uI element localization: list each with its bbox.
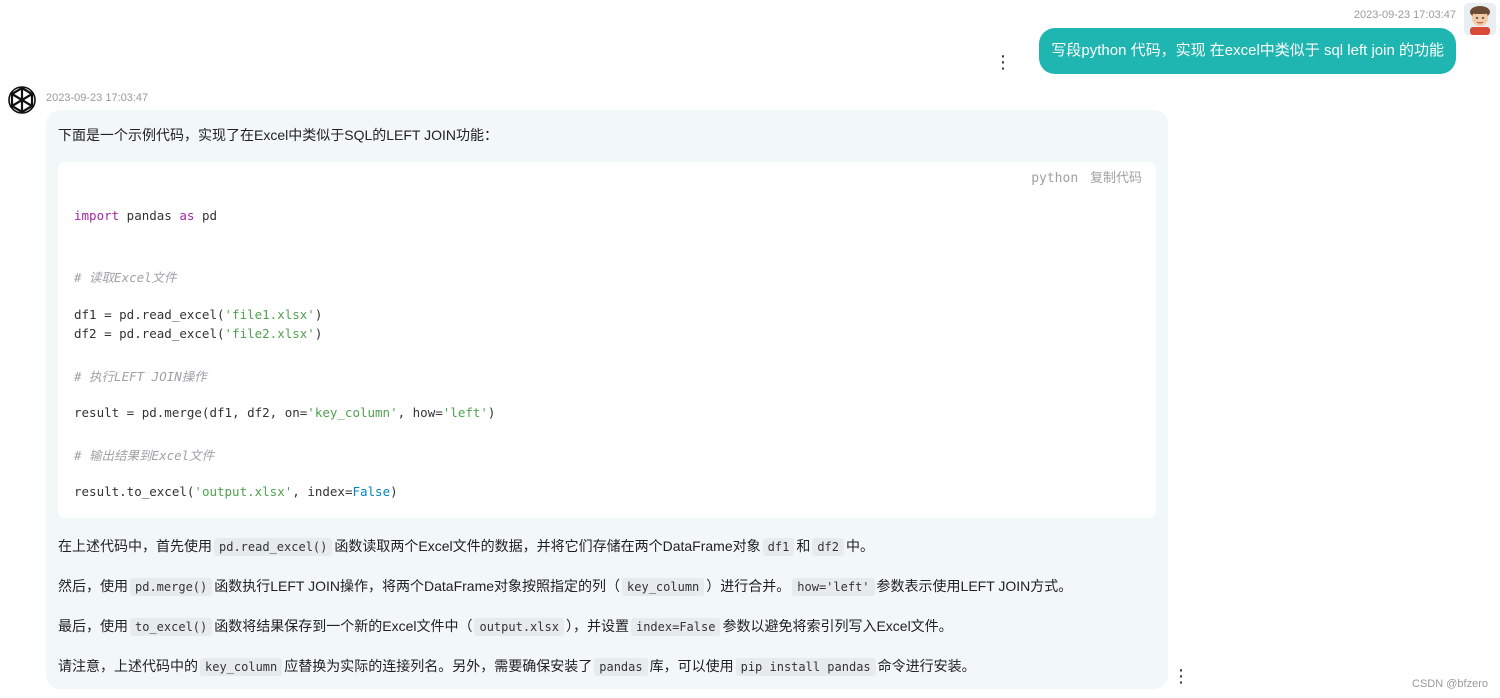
openai-logo-icon <box>8 86 36 114</box>
code-keyword: as <box>179 208 195 223</box>
text: 参数表示使用LEFT JOIN方式。 <box>876 578 1073 594</box>
code-keyword: import <box>74 208 120 223</box>
text: 函数读取两个Excel文件的数据，并将它们存储在两个DataFrame对象 <box>334 538 761 554</box>
code-string: 'file1.xlsx' <box>224 307 315 322</box>
code-text: ) <box>487 405 496 420</box>
code-text: ) <box>390 484 398 499</box>
code-text: df1 = pd.read_excel( <box>74 307 225 322</box>
code-text: , index= <box>292 484 353 499</box>
code-line: # 执行LEFT JOIN操作 <box>74 369 207 384</box>
user-message-menu-icon[interactable]: ⋮ <box>994 52 1012 72</box>
explanation-paragraph: 然后，使用 pd.merge() 函数执行LEFT JOIN操作，将两个DataFr… <box>58 574 1072 599</box>
inline-code: df1 <box>762 538 795 556</box>
code-text: result = pd.merge(df1, df2, on= <box>74 405 308 420</box>
code-builtin: False <box>352 484 391 499</box>
text: 库，可以使用 <box>649 658 734 674</box>
code-text: pandas <box>119 208 180 223</box>
inline-code: key_column <box>200 658 283 676</box>
bot-message-timestamp: 2023-09-23 17:03:47 <box>46 92 149 104</box>
copy-code-button[interactable]: 复制代码 <box>1090 170 1142 185</box>
watermark: CSDN @bfzero <box>1412 678 1488 690</box>
text: 函数将结果保存到一个新的Excel文件中（ <box>214 618 473 634</box>
code-block: python 复制代码 import pandas as pd # 读取Exce… <box>58 162 1156 518</box>
code-line: result.to_excel('output.xlsx', index=Fal… <box>74 484 398 499</box>
code-line: # 输出结果到Excel文件 <box>74 448 215 463</box>
inline-code: pd.merge() <box>130 578 213 596</box>
inline-code: df2 <box>812 538 845 556</box>
explanation-paragraph: 最后，使用 to_excel() 函数将结果保存到一个新的Excel文件中（ outp… <box>58 614 953 639</box>
text: 中。 <box>846 538 875 554</box>
code-language-label: python <box>1031 171 1079 186</box>
text: 命令进行安装。 <box>877 658 976 674</box>
code-text: ) <box>314 326 323 341</box>
text: 然后，使用 <box>58 578 128 594</box>
text: 在上述代码中，首先使用 <box>58 538 212 554</box>
code-header: python 复制代码 <box>1031 167 1142 186</box>
user-avatar-icon <box>1464 3 1496 35</box>
user-message-bubble: 写段python 代码，实现 在excel中类似于 sql left join … <box>1039 28 1456 74</box>
code-string: 'key_column' <box>307 405 398 420</box>
bot-avatar <box>4 84 40 120</box>
code-string: 'file2.xlsx' <box>224 326 315 341</box>
user-avatar[interactable] <box>1464 3 1496 35</box>
text: ）进行合并。 <box>706 578 791 594</box>
text: ），并设置 <box>565 618 629 634</box>
inline-code: pip install pandas <box>735 658 876 676</box>
explanation-paragraph: 请注意，上述代码中的 key_column 应替换为实际的连接列名。另外，需要确保安… <box>58 654 976 679</box>
inline-code: to_excel() <box>130 618 213 636</box>
text: 和 <box>796 538 811 554</box>
inline-code: pandas <box>594 658 648 676</box>
bot-message-menu-icon[interactable]: ⋮ <box>1172 666 1190 686</box>
code-string: 'left' <box>442 405 488 420</box>
inline-code: how='left' <box>792 578 875 596</box>
inline-code: key_column <box>622 578 705 596</box>
inline-code: output.xlsx <box>474 618 564 636</box>
text: 参数以避免将索引列写入Excel文件。 <box>722 618 953 634</box>
code-line: df1 = pd.read_excel('file1.xlsx') <box>74 307 322 322</box>
inline-code: pd.read_excel() <box>214 538 333 556</box>
code-text: result.to_excel( <box>74 484 195 499</box>
code-text: df2 = pd.read_excel( <box>74 326 225 341</box>
code-line: # 读取Excel文件 <box>74 270 177 285</box>
text: 应替换为实际的连接列名。另外，需要确保安装了 <box>284 658 593 674</box>
text: 最后，使用 <box>58 618 128 634</box>
code-line: df2 = pd.read_excel('file2.xlsx') <box>74 326 322 341</box>
code-string: 'output.xlsx' <box>194 484 293 499</box>
code-line: import pandas as pd <box>74 208 217 223</box>
code-text: , how= <box>397 405 443 420</box>
code-text: pd <box>194 208 218 223</box>
text: 请注意，上述代码中的 <box>58 658 198 674</box>
user-message-timestamp: 2023-09-23 17:03:47 <box>1353 9 1456 21</box>
intro-text: 下面是一个示例代码，实现了在Excel中类似于SQL的LEFT JOIN功能： <box>58 127 499 143</box>
bot-message-bubble: 下面是一个示例代码，实现了在Excel中类似于SQL的LEFT JOIN功能： … <box>46 110 1168 689</box>
inline-code: index=False <box>630 618 721 636</box>
code-line: result = pd.merge(df1, df2, on='key_colu… <box>74 405 495 420</box>
explanation-paragraph: 在上述代码中，首先使用 pd.read_excel() 函数读取两个Excel文件的… <box>58 534 874 559</box>
text: 函数执行LEFT JOIN操作，将两个DataFrame对象按照指定的列（ <box>214 578 621 594</box>
code-text: ) <box>314 307 323 322</box>
